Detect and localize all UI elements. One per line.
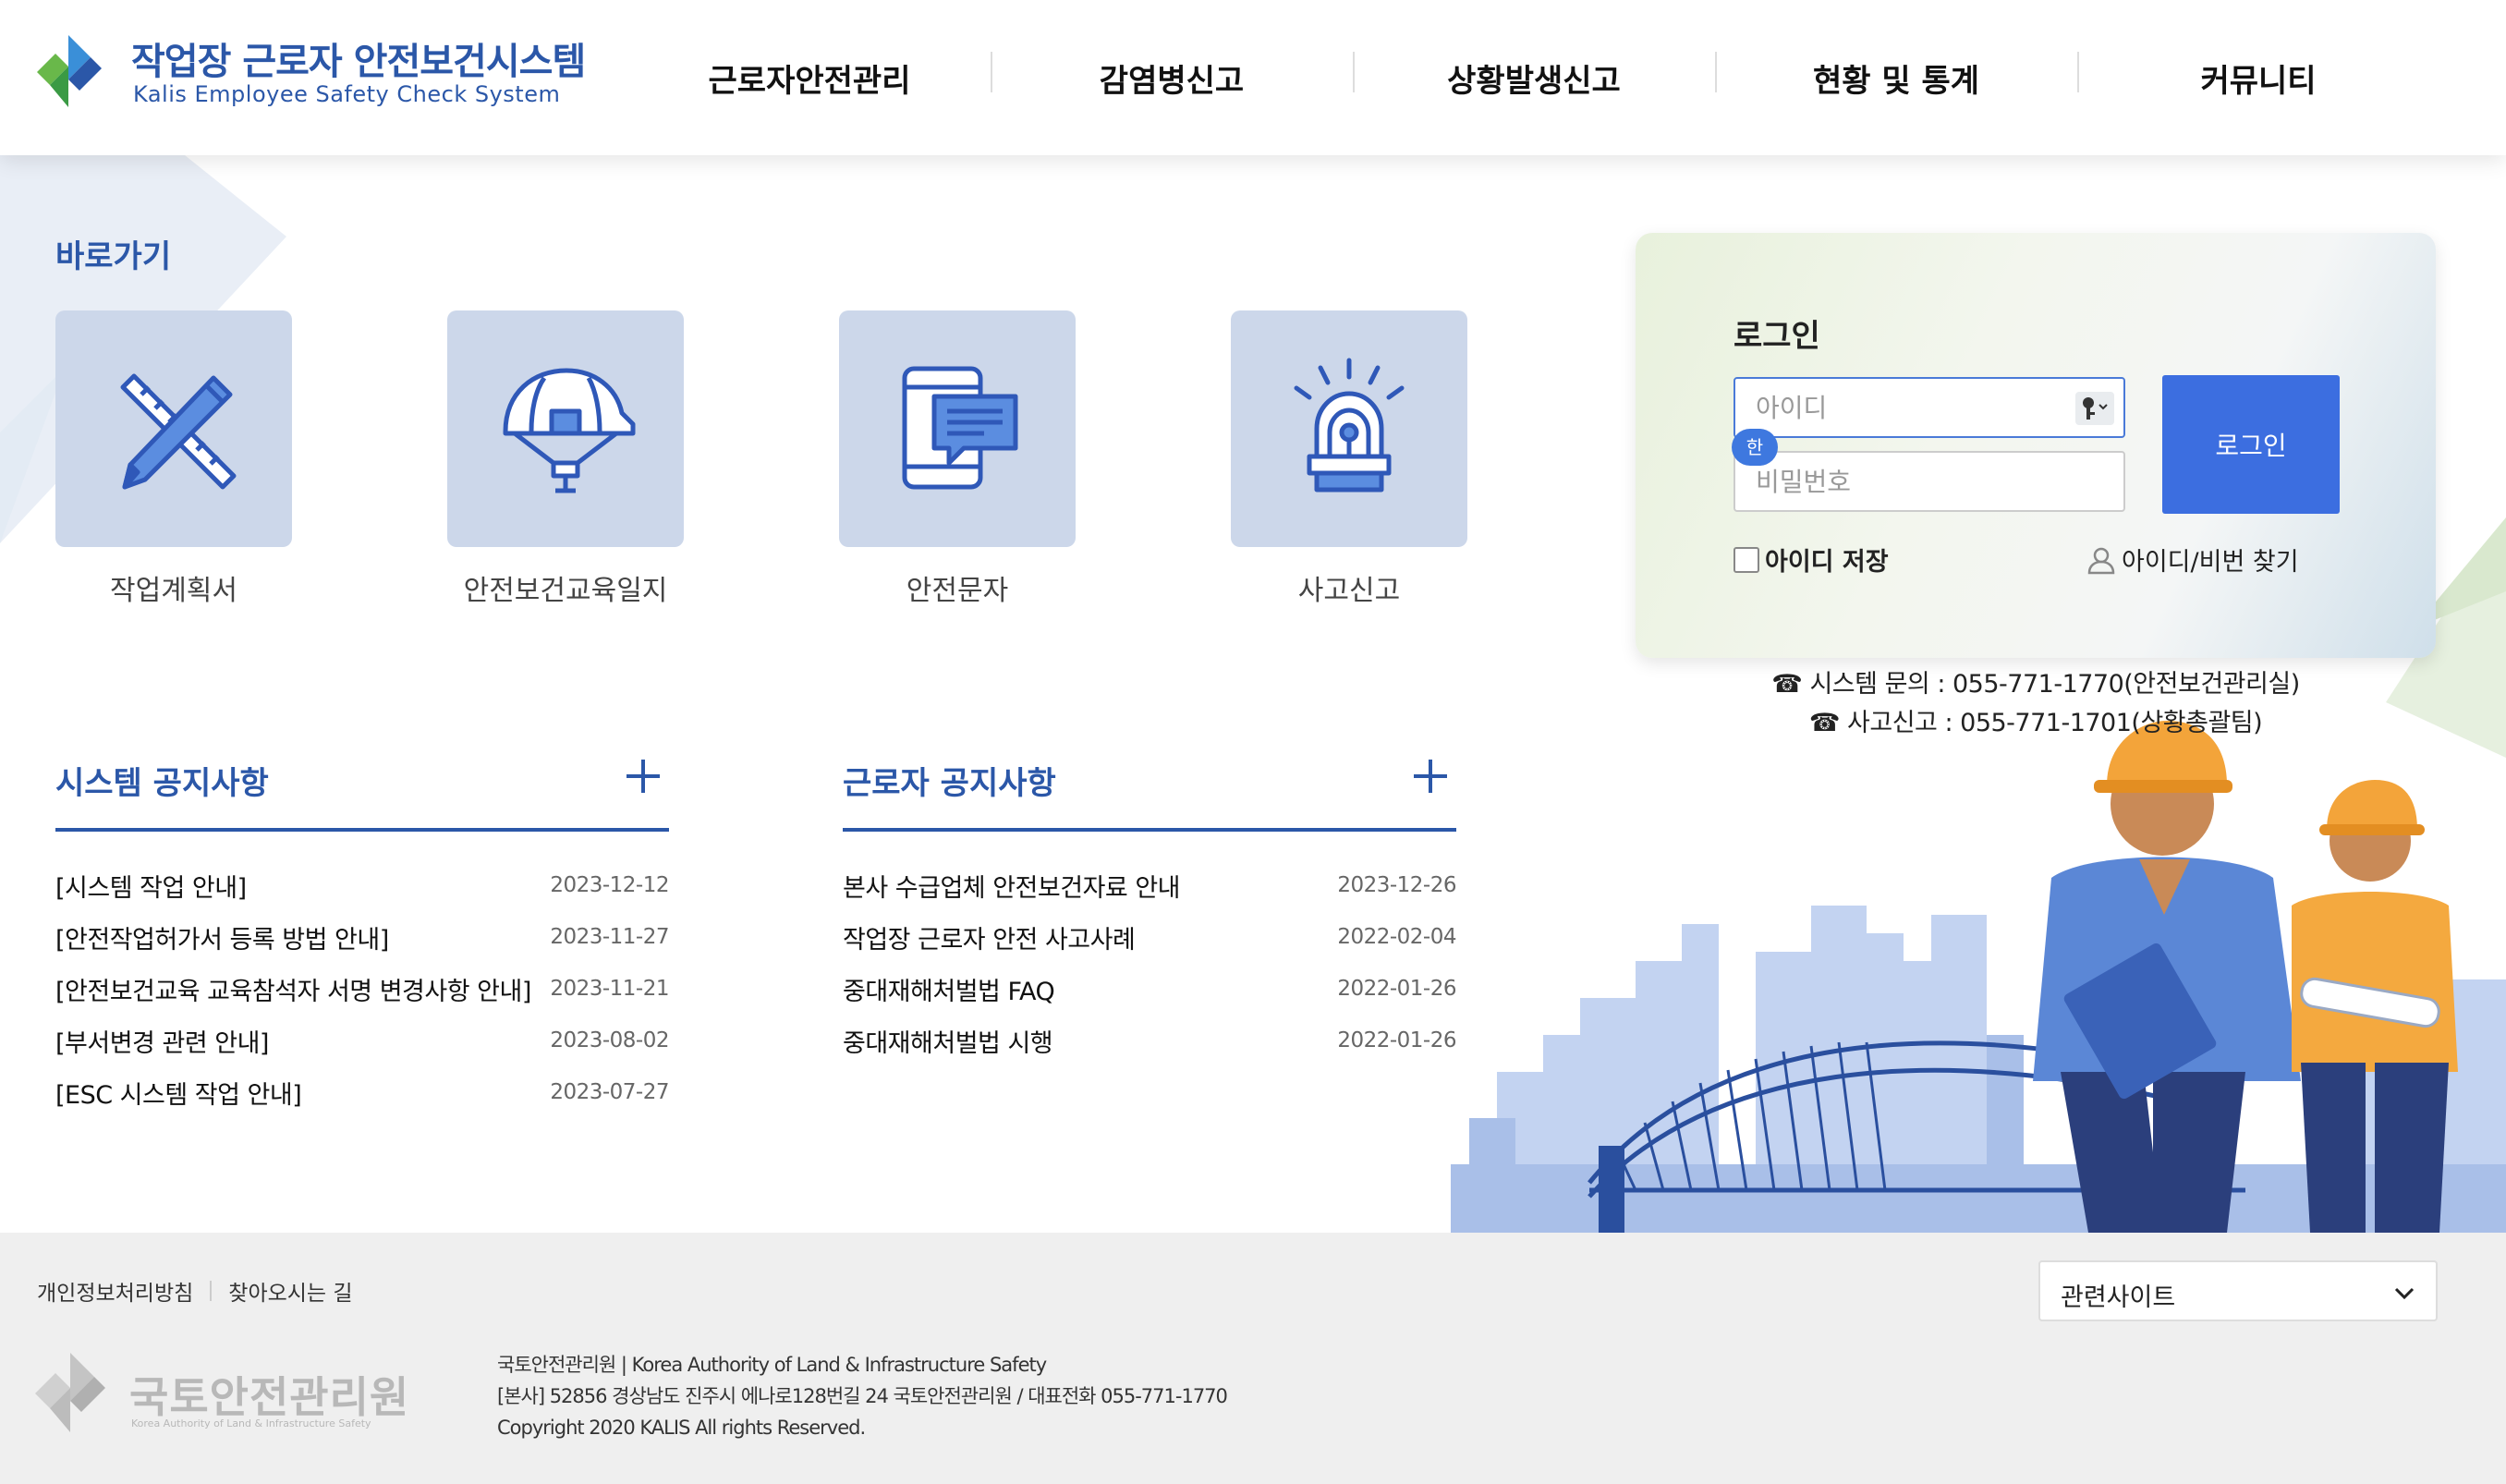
- notice-title: [안전보건교육 교육참석자 서명 변경사항 안내]: [55, 977, 531, 1006]
- chevron-down-icon: [2394, 1287, 2415, 1300]
- kalis-logo-icon: [35, 1353, 105, 1432]
- shortcut-safety-education[interactable]: 안전보건교육일지: [447, 310, 684, 608]
- ime-indicator-badge: 한: [1732, 429, 1778, 466]
- footer-org-name: 국토안전관리원: [129, 1372, 410, 1422]
- list-item[interactable]: 중대재해처벌법 시행 2022-01-26: [843, 1015, 1456, 1066]
- notice-title: [ESC 시스템 작업 안내]: [55, 1080, 302, 1110]
- shortcut-work-plan[interactable]: 작업계획서: [55, 310, 292, 608]
- list-item[interactable]: 작업장 근로자 안전 사고사례 2022-02-04: [843, 911, 1456, 963]
- shortcut-label: 안전문자: [906, 575, 1009, 607]
- accident-contact: ☎ 사고신고 : 055-771-1701(상황총괄팀): [1808, 709, 2263, 737]
- system-notice-list: [시스템 작업 안내] 2023-12-12 [안전작업허가서 등록 방법 안내…: [55, 859, 669, 1118]
- notice-header: 근로자 공지사항: [843, 758, 1456, 832]
- main-nav: 근로자안전관리 감염병신고 상황발생신고 현황 및 통계 커뮤니티: [628, 0, 2439, 155]
- nav-worker-safety[interactable]: 근로자안전관리: [628, 55, 991, 101]
- shortcut-safety-message[interactable]: 안전문자: [839, 310, 1076, 608]
- password-field-wrapper: [1734, 451, 2125, 512]
- list-item[interactable]: [안전작업허가서 등록 방법 안내] 2023-11-27: [55, 911, 669, 963]
- find-account-label: 아이디/비번 찾기: [2122, 548, 2299, 577]
- workers-city-illustration: [1451, 721, 2506, 1233]
- shortcut-tile: [447, 310, 684, 547]
- shortcut-label: 작업계획서: [110, 575, 237, 607]
- footer-org-subtitle: Korea Authority of Land & Infrastructure…: [131, 1417, 371, 1429]
- worker-notice-title: 근로자 공지사항: [843, 765, 1056, 802]
- notice-title: [부서변경 관련 안내]: [55, 1028, 269, 1058]
- id-field-wrapper: [1734, 377, 2125, 438]
- footer-info: 국토안전관리원 | Korea Authority of Land & Infr…: [497, 1349, 1228, 1443]
- system-notice-title: 시스템 공지사항: [55, 765, 269, 802]
- find-account-link[interactable]: 아이디/비번 찾기: [2086, 541, 2299, 578]
- footer-address: [본사] 52856 경상남도 진주시 에나로128번길 24 국토안전관리원 …: [497, 1385, 1228, 1407]
- notice-date: 2023-11-27: [550, 925, 669, 949]
- privacy-policy-link[interactable]: 개인정보처리방침: [37, 1275, 193, 1307]
- list-item[interactable]: [ESC 시스템 작업 안내] 2023-07-27: [55, 1066, 669, 1118]
- notice-date: 2023-11-21: [550, 977, 669, 1001]
- site-subtitle: Kalis Employee Safety Check System: [133, 81, 561, 107]
- footer-org-line: 국토안전관리원 | Korea Authority of Land & Infr…: [497, 1354, 1047, 1376]
- user-icon: [2087, 547, 2115, 574]
- notice-title: 작업장 근로자 안전 사고사례: [843, 925, 1136, 955]
- shortcut-label: 사고신고: [1297, 575, 1401, 607]
- worker-notice-list: 본사 수급업체 안전보건자료 안내 2023-12-26 작업장 근로자 안전 …: [843, 859, 1456, 1066]
- related-sites-label: 관련사이트: [2061, 1283, 2176, 1312]
- site-footer: 개인정보처리방침 찾아오시는 길 관련사이트 국토안전관리원 Korea Aut…: [0, 1233, 2506, 1484]
- login-title: 로그인: [1734, 318, 1820, 355]
- footer-logo: 국토안전관리원 Korea Authority of Land & Infras…: [35, 1353, 408, 1445]
- system-contact: ☎ 시스템 문의 : 055-771-1770(안전보건관리실): [1771, 670, 2300, 699]
- notice-title: [시스템 작업 안내]: [55, 873, 247, 903]
- nav-infection-report[interactable]: 감염병신고: [991, 51, 1353, 101]
- worker-notice-panel: 근로자 공지사항 본사 수급업체 안전보건자료 안내 2023-12-26 작업…: [843, 758, 1456, 1066]
- notice-title: 중대재해처벌법 시행: [843, 1028, 1053, 1058]
- footer-copyright: Copyright 2020 KALIS All rights Reserved…: [497, 1417, 866, 1439]
- site-logo[interactable]: 작업장 근로자 안전보건시스템 Kalis Employee Safety Ch…: [37, 31, 586, 115]
- notice-header: 시스템 공지사항: [55, 758, 669, 832]
- nav-incident-report[interactable]: 상황발생신고: [1353, 51, 1715, 101]
- shortcut-accident-report[interactable]: 사고신고: [1231, 310, 1467, 608]
- list-item[interactable]: 중대재해처벌법 FAQ 2022-01-26: [843, 963, 1456, 1015]
- more-plus-icon[interactable]: [625, 758, 662, 795]
- id-input[interactable]: [1735, 379, 2123, 436]
- nav-statistics[interactable]: 현황 및 통계: [1715, 51, 2077, 101]
- checkbox-box[interactable]: [1734, 546, 1759, 573]
- siren-icon: [1294, 358, 1405, 493]
- phone-message-icon: [902, 366, 1018, 490]
- shortcut-tile: [839, 310, 1076, 547]
- list-item[interactable]: [부서변경 관련 안내] 2023-08-02: [55, 1015, 669, 1066]
- login-button[interactable]: 로그인: [2162, 375, 2340, 514]
- shortcut-label: 안전보건교육일지: [463, 575, 668, 607]
- divider: [210, 1281, 213, 1301]
- site-header: 작업장 근로자 안전보건시스템 Kalis Employee Safety Ch…: [0, 0, 2506, 155]
- list-item[interactable]: [안전보건교육 교육참석자 서명 변경사항 안내] 2023-11-21: [55, 963, 669, 1015]
- key-icon[interactable]: [2075, 392, 2114, 425]
- footer-links: 개인정보처리방침 찾아오시는 길: [37, 1275, 353, 1307]
- list-item[interactable]: 본사 수급업체 안전보건자료 안내 2023-12-26: [843, 859, 1456, 911]
- system-notice-panel: 시스템 공지사항 [시스템 작업 안내] 2023-12-12 [안전작업허가서…: [55, 758, 669, 1118]
- login-panel: 로그인 한 로그인 아이디 저장 아이디/비번 찾기: [1636, 233, 2436, 658]
- shortcut-tile: [1231, 310, 1467, 547]
- notice-title: 중대재해처벌법 FAQ: [843, 977, 1055, 1006]
- notice-title: [안전작업허가서 등록 방법 안내]: [55, 925, 389, 955]
- notice-title: 본사 수급업체 안전보건자료 안내: [843, 873, 1181, 903]
- notice-date: 2023-12-12: [550, 873, 669, 897]
- logo-mark-icon: [37, 35, 102, 107]
- notice-date: 2023-08-02: [550, 1028, 669, 1052]
- hard-hat-icon: [503, 368, 636, 493]
- contact-info: ☎ 시스템 문의 : 055-771-1770(안전보건관리실) ☎ 사고신고 …: [1636, 665, 2436, 743]
- shortcuts-title: 바로가기: [55, 238, 172, 275]
- related-sites-select[interactable]: 관련사이트: [2038, 1260, 2438, 1321]
- ruler-pencil-icon: [120, 373, 237, 490]
- site-title: 작업장 근로자 안전보건시스템: [131, 41, 586, 83]
- notice-date: 2023-07-27: [550, 1080, 669, 1104]
- list-item[interactable]: [시스템 작업 안내] 2023-12-12: [55, 859, 669, 911]
- shortcuts-list: 작업계획서 안전보건교육일지 안전문자 사고신고: [55, 310, 1467, 608]
- password-input[interactable]: [1735, 453, 2123, 510]
- save-id-checkbox[interactable]: 아이디 저장: [1734, 541, 1889, 578]
- save-id-label: 아이디 저장: [1765, 548, 1889, 577]
- shortcut-tile: [55, 310, 292, 547]
- directions-link[interactable]: 찾아오시는 길: [228, 1275, 352, 1307]
- nav-community[interactable]: 커뮤니티: [2077, 51, 2439, 101]
